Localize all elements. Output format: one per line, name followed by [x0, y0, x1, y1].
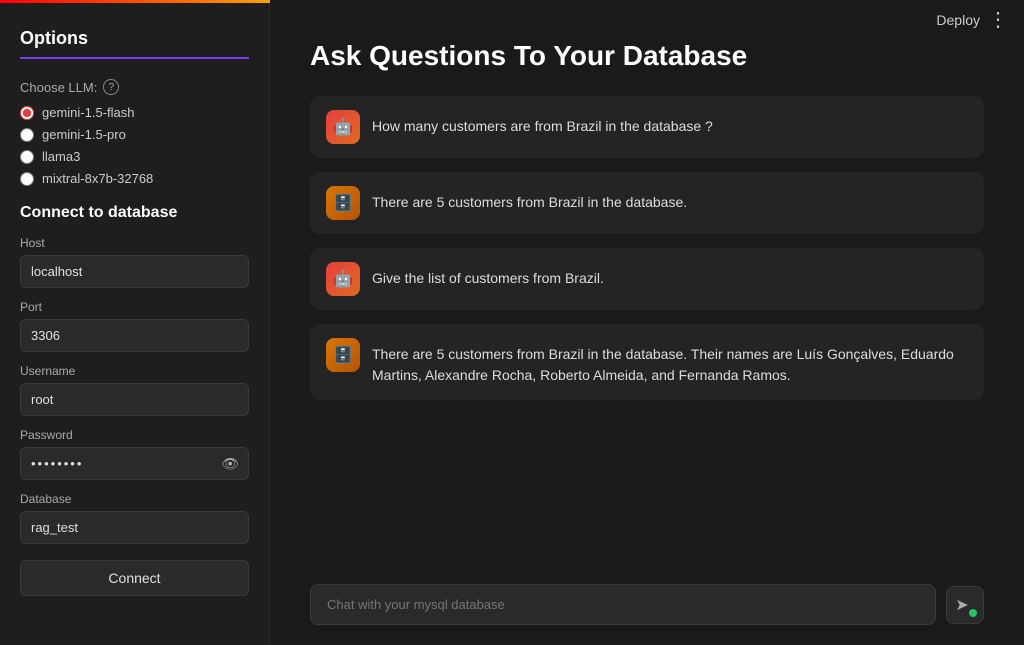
message-text: There are 5 customers from Brazil in the…: [372, 338, 968, 386]
host-input[interactable]: [20, 255, 249, 288]
avatar: 🗄️: [326, 186, 360, 220]
send-icon: ➤: [955, 595, 968, 615]
password-label: Password: [20, 428, 249, 442]
avatar: 🤖: [326, 262, 360, 296]
port-input[interactable]: [20, 319, 249, 352]
host-label: Host: [20, 236, 249, 250]
username-input[interactable]: [20, 383, 249, 416]
eye-icon[interactable]: 👁: [221, 455, 239, 472]
message-card: 🗄️ There are 5 customers from Brazil in …: [310, 172, 984, 234]
options-title: Options: [20, 28, 249, 59]
avatar: 🗄️: [326, 338, 360, 372]
database-label: Database: [20, 492, 249, 506]
avatar: 🤖: [326, 110, 360, 144]
chat-input[interactable]: [310, 584, 936, 625]
deploy-button[interactable]: Deploy: [936, 12, 980, 28]
database-input[interactable]: [20, 511, 249, 544]
messages-area: 🤖 How many customers are from Brazil in …: [310, 96, 984, 570]
connect-button[interactable]: Connect: [20, 560, 249, 596]
llm-option-gemini-flash[interactable]: gemini-1.5-flash: [20, 105, 249, 120]
message-card: 🤖 How many customers are from Brazil in …: [310, 96, 984, 158]
llm-option-mixtral[interactable]: mixtral-8x7b-32768: [20, 171, 249, 186]
page-heading: Ask Questions To Your Database: [310, 40, 984, 72]
message-text: How many customers are from Brazil in th…: [372, 110, 713, 137]
username-label: Username: [20, 364, 249, 378]
password-wrapper: 👁: [20, 447, 249, 480]
connect-section-title: Connect to database: [20, 204, 249, 222]
chat-input-area: ➤: [310, 570, 984, 645]
sidebar: Options Choose LLM: ? gemini-1.5-flash g…: [0, 0, 270, 645]
message-text: Give the list of customers from Brazil.: [372, 262, 604, 289]
port-label: Port: [20, 300, 249, 314]
app-layout: Deploy ⋮ Options Choose LLM: ? gemini-1.…: [0, 0, 1024, 645]
message-card: 🗄️ There are 5 customers from Brazil in …: [310, 324, 984, 400]
choose-llm-label: Choose LLM: ?: [20, 79, 249, 95]
message-text: There are 5 customers from Brazil in the…: [372, 186, 687, 213]
message-card: 🤖 Give the list of customers from Brazil…: [310, 248, 984, 310]
menu-icon[interactable]: ⋮: [988, 10, 1008, 30]
password-input[interactable]: [20, 447, 249, 480]
llm-option-llama3[interactable]: llama3: [20, 149, 249, 164]
llm-option-gemini-pro[interactable]: gemini-1.5-pro: [20, 127, 249, 142]
help-icon[interactable]: ?: [103, 79, 119, 95]
llm-radio-group: gemini-1.5-flash gemini-1.5-pro llama3 m…: [20, 105, 249, 186]
topbar: Deploy ⋮: [920, 0, 1024, 40]
main-content: Ask Questions To Your Database 🤖 How man…: [270, 0, 1024, 645]
send-button[interactable]: ➤: [946, 586, 984, 624]
